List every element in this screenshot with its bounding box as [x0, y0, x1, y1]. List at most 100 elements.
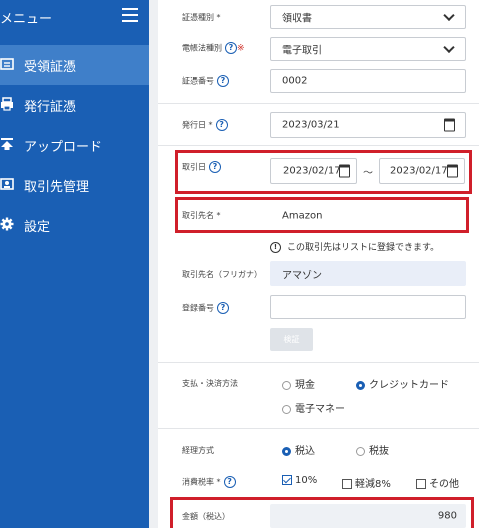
radio-circle — [282, 380, 291, 390]
checkbox-label: 軽減8% — [355, 479, 391, 490]
accounting-tax-included-radio[interactable]: 税込 — [282, 442, 315, 457]
divider — [158, 428, 479, 429]
help-icon[interactable]: ? — [223, 476, 236, 488]
calendar-icon[interactable] — [447, 164, 458, 178]
trade-date-to-input[interactable]: 2023/02/17 — [379, 158, 465, 184]
doc-number-value: 0002 — [282, 75, 308, 87]
radio-label: 税込 — [295, 446, 315, 457]
receipt-icon — [0, 58, 14, 70]
issue-date-label: 発行日 *? — [182, 119, 228, 131]
trade-date-label-text: 取引日 — [182, 162, 206, 172]
required-mark: ※ — [237, 43, 245, 54]
amount-input[interactable]: 980 — [270, 504, 466, 528]
tax-rate-label-text: 消費税率 — [182, 477, 214, 487]
sidebar-item-issued-documents[interactable]: 発行証憑 — [0, 85, 149, 125]
partner-name-label: 取引先名 * — [182, 210, 221, 221]
divider — [158, 145, 479, 146]
tax-rate-reduced-8-checkbox[interactable]: 軽減8% — [342, 475, 391, 490]
radio-circle — [282, 446, 291, 456]
trade-date-from-input[interactable]: 2023/02/17 — [270, 158, 357, 184]
accounting-tax-excluded-radio[interactable]: 税抜 — [356, 442, 389, 457]
radio-label: 税抜 — [369, 446, 389, 457]
partner-kana-label: 取引先名（フリガナ） — [182, 270, 262, 279]
doc-number-input[interactable]: 0002 — [270, 69, 466, 93]
tax-rate-other-checkbox[interactable]: その他 — [416, 475, 459, 490]
verify-button[interactable]: 検証 — [270, 328, 313, 351]
sidebar-item-label: 取引先管理 — [24, 180, 90, 195]
e-law-type-select[interactable]: 電子取引 — [270, 37, 466, 61]
doc-number-label-text: 証憑番号 — [182, 76, 214, 86]
issue-date-input[interactable]: 2023/03/21 — [270, 112, 466, 138]
sidebar-item-label: 受領証憑 — [24, 60, 77, 75]
sidebar-item-label: アップロード — [24, 140, 103, 155]
registration-number-label-text: 登録番号 — [182, 303, 214, 313]
e-law-type-label-text: 電帳法種別 — [182, 43, 222, 53]
sidebar-header: メニュー — [0, 0, 149, 33]
sidebar-item-received-documents[interactable]: 受領証憑 — [0, 45, 149, 85]
calendar-icon[interactable] — [339, 164, 350, 178]
calendar-icon[interactable] — [444, 118, 455, 132]
amount-value: 980 — [437, 510, 457, 522]
partner-kana-input[interactable]: アマゾン — [270, 261, 466, 286]
radio-circle — [356, 446, 365, 456]
payment-credit-card-radio[interactable]: クレジットカード — [356, 376, 449, 391]
document-form: 証憑種別 * 領収書 電帳法種別? ※ 電子取引 証憑番号? 0002 発行日 *… — [158, 0, 479, 528]
print-icon — [1, 97, 13, 111]
trade-date-from-value: 2023/02/17 — [283, 165, 341, 177]
accounting-method-label: 経理方式 — [182, 446, 214, 455]
e-law-type-value: 電子取引 — [282, 45, 322, 57]
doc-type-label-text: 証憑種別 — [182, 13, 214, 22]
registration-number-input[interactable] — [270, 295, 466, 319]
sidebar-item-settings[interactable]: 設定 — [0, 205, 149, 245]
menu-title: メニュー — [0, 12, 53, 27]
contact-card-icon — [0, 178, 14, 190]
e-law-type-label: 電帳法種別? ※ — [182, 42, 245, 54]
tax-rate-10-checkbox[interactable]: 10% — [282, 475, 317, 486]
radio-label: 電子マネー — [295, 404, 345, 415]
sidebar-item-upload[interactable]: アップロード — [0, 125, 149, 165]
issue-date-label-text: 発行日 — [182, 120, 206, 130]
upload-icon — [1, 138, 13, 150]
radio-label: 現金 — [295, 380, 315, 391]
help-icon[interactable]: ? — [217, 302, 229, 314]
tax-rate-label: 消費税率 *? — [182, 476, 236, 488]
trade-date-label: 取引日? — [182, 161, 221, 173]
help-icon[interactable]: ? — [217, 75, 229, 87]
hamburger-menu-icon[interactable] — [122, 8, 138, 22]
checkbox-box — [342, 479, 352, 489]
radio-label: クレジットカード — [369, 380, 449, 391]
help-icon[interactable]: ? — [215, 119, 228, 131]
help-icon[interactable]: ? — [225, 42, 237, 54]
sidebar-item-label: 設定 — [24, 220, 51, 235]
divider — [158, 103, 479, 104]
payment-e-money-radio[interactable]: 電子マネー — [282, 400, 345, 415]
radio-circle — [282, 404, 291, 414]
checkbox-box — [416, 479, 426, 489]
partner-name-label-text: 取引先名 — [182, 211, 214, 220]
partner-notice-text: この取引先はリストに登録できます。 — [287, 243, 440, 253]
partner-kana-value: アマゾン — [282, 270, 322, 281]
payment-cash-radio[interactable]: 現金 — [282, 376, 315, 391]
partner-name-input[interactable]: Amazon — [270, 203, 465, 228]
issue-date-value: 2023/03/21 — [282, 119, 340, 131]
required-mark: * — [216, 211, 221, 220]
partner-name-value: Amazon — [282, 210, 323, 221]
divider — [158, 362, 479, 363]
radio-circle — [356, 380, 365, 390]
doc-type-select[interactable]: 領収書 — [270, 5, 466, 29]
required-mark: * — [216, 477, 221, 487]
required-mark: * — [216, 13, 221, 22]
trade-date-to-value: 2023/02/17 — [390, 165, 448, 177]
amount-label: 金額（税込） — [182, 512, 230, 521]
sidebar: メニュー 受領証憑 発行証憑 アップロード 取引先管理 設定 — [0, 0, 149, 528]
help-icon[interactable]: ? — [209, 161, 221, 173]
info-icon: ! — [270, 242, 281, 253]
doc-number-label: 証憑番号? — [182, 75, 229, 87]
chevron-down-icon — [443, 9, 455, 22]
sidebar-item-partner-management[interactable]: 取引先管理 — [0, 165, 149, 205]
gear-icon — [0, 217, 14, 231]
date-range-separator: 〜 — [363, 168, 373, 179]
payment-method-label: 支払・決済方法 — [182, 379, 238, 388]
partner-notice: ! この取引先はリストに登録できます。 — [270, 240, 439, 253]
doc-type-label: 証憑種別 * — [182, 12, 221, 23]
